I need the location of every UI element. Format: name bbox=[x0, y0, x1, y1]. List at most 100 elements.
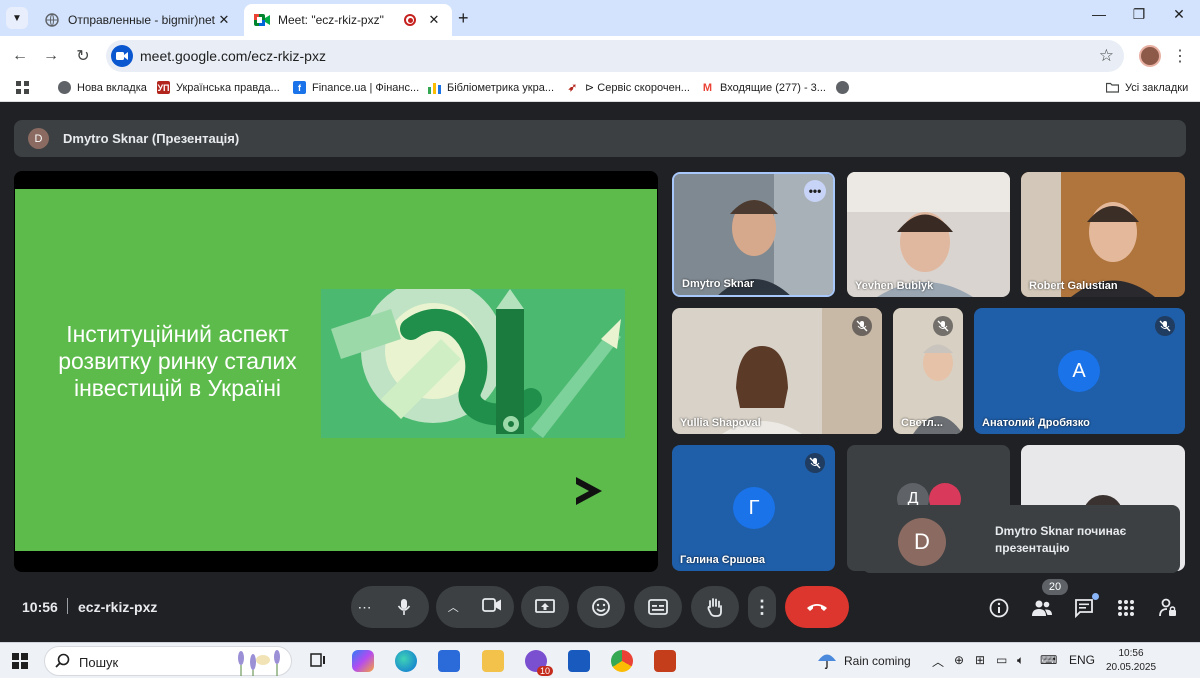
meeting-time: 10:56 bbox=[22, 599, 58, 615]
all-bookmarks-label: Усі закладки bbox=[1125, 81, 1189, 94]
presenter-label: Dmytro Sknar (Презентація) bbox=[63, 131, 240, 146]
presenter-avatar: D bbox=[28, 128, 49, 149]
participant-tile[interactable]: Yullia Shapoval bbox=[672, 308, 882, 434]
store-icon[interactable] bbox=[438, 650, 460, 672]
leave-call-button[interactable] bbox=[785, 586, 849, 628]
tray-usb-icon[interactable]: ⊕ bbox=[954, 653, 964, 667]
restore-icon[interactable]: ❐ bbox=[1124, 6, 1154, 23]
participant-avatar: Г bbox=[733, 487, 775, 529]
chrome-icon[interactable] bbox=[611, 650, 633, 672]
reload-icon[interactable]: ↻ bbox=[72, 45, 94, 67]
more-options-icon[interactable]: ••• bbox=[804, 180, 826, 202]
bookmark-item[interactable]: f Finance.ua | Фінанс... bbox=[293, 81, 419, 94]
close-icon[interactable]: ✕ bbox=[216, 12, 232, 28]
emoji-icon bbox=[592, 598, 610, 616]
apps-grid-icon[interactable] bbox=[16, 81, 29, 94]
bookmark-globe-item[interactable] bbox=[836, 81, 855, 94]
browser-menu-icon[interactable]: ⋮ bbox=[1172, 46, 1188, 66]
back-arrow-icon[interactable]: ← bbox=[9, 45, 31, 67]
mic-off-icon bbox=[852, 316, 872, 336]
finance-icon: f bbox=[293, 81, 306, 94]
window-close-icon[interactable]: ✕ bbox=[1164, 6, 1194, 23]
language-indicator[interactable]: ENG bbox=[1069, 653, 1095, 667]
clock-time: 10:56 bbox=[1118, 648, 1144, 659]
captions-button[interactable] bbox=[634, 586, 682, 628]
task-view-icon[interactable] bbox=[308, 650, 330, 672]
network-icon[interactable]: ▭ bbox=[996, 653, 1007, 667]
tab-bigmir[interactable]: Отправленные - bigmir)net ✕ bbox=[34, 4, 242, 36]
video-control-group: ︿ bbox=[436, 586, 514, 628]
tab-title: Meet: "ecz-rkiz-pxz" bbox=[278, 13, 384, 27]
bookmark-item[interactable]: Бібліометрика укра... bbox=[428, 81, 554, 94]
close-icon[interactable]: ✕ bbox=[426, 12, 442, 28]
taskbar-search[interactable]: Пошук bbox=[44, 646, 292, 676]
copilot-icon[interactable] bbox=[352, 650, 374, 672]
more-options-button[interactable]: ⋮ bbox=[748, 586, 776, 628]
participant-name: Галина Єршова bbox=[680, 554, 765, 566]
clock-date: 20.05.2025 bbox=[1105, 662, 1157, 673]
participant-video bbox=[672, 308, 882, 434]
up-icon: УП bbox=[157, 81, 170, 94]
participant-name: Светл... bbox=[901, 417, 943, 429]
hand-icon bbox=[707, 598, 722, 617]
bookmark-star-icon[interactable]: ☆ bbox=[1099, 46, 1114, 66]
tab-search-button[interactable]: ▼ bbox=[6, 7, 28, 29]
forward-arrow-icon[interactable]: → bbox=[40, 45, 62, 67]
minimize-icon[interactable]: — bbox=[1084, 6, 1114, 22]
slide-illustration bbox=[321, 289, 625, 438]
volume-icon[interactable]: 🔈︎ bbox=[1017, 653, 1024, 668]
reactions-button[interactable] bbox=[577, 586, 625, 628]
keyboard-icon[interactable]: ⌨︎ bbox=[1040, 653, 1057, 667]
system-clock[interactable]: 10:56 20.05.2025 bbox=[1103, 647, 1159, 675]
people-button[interactable] bbox=[1030, 596, 1054, 620]
participant-tile[interactable]: Yevhen Bublyk bbox=[847, 172, 1010, 297]
participant-tile[interactable]: Светл... bbox=[893, 308, 963, 434]
profile-avatar[interactable] bbox=[1139, 45, 1161, 67]
file-explorer-icon[interactable] bbox=[482, 650, 504, 672]
edge-icon[interactable] bbox=[395, 650, 417, 672]
address-bar[interactable]: meet.google.com/ecz-rkiz-pxz ☆ bbox=[106, 40, 1124, 72]
raise-hand-button[interactable] bbox=[691, 586, 739, 628]
chat-unread-dot bbox=[1092, 593, 1099, 600]
participant-name: Yullia Shapoval bbox=[680, 417, 761, 429]
present-button[interactable] bbox=[521, 586, 569, 628]
bookmark-item[interactable]: M Входящие (277) - 3... bbox=[701, 81, 826, 94]
activities-button[interactable] bbox=[1114, 596, 1138, 620]
url-text: meet.google.com/ecz-rkiz-pxz bbox=[140, 48, 326, 64]
chat-app-icon[interactable]: 10 bbox=[525, 650, 553, 676]
host-controls-button[interactable] bbox=[1156, 596, 1180, 620]
all-bookmarks-button[interactable]: Усі закладки bbox=[1106, 81, 1188, 94]
audio-options-icon[interactable]: ⋯ bbox=[358, 599, 372, 616]
video-options-icon[interactable]: ︿ bbox=[448, 599, 459, 615]
camera-button[interactable] bbox=[482, 597, 502, 617]
tab-meet[interactable]: Meet: "ecz-rkiz-pxz" ✕ bbox=[244, 4, 452, 36]
participant-video bbox=[847, 172, 1010, 297]
meet-icon bbox=[254, 12, 270, 28]
windows-start-icon[interactable] bbox=[12, 653, 28, 674]
participant-tile[interactable]: A Анатолий Дробязко bbox=[974, 308, 1185, 434]
bookmark-item[interactable]: Нова вкладка bbox=[58, 81, 147, 94]
meet-area: D Dmytro Sknar (Презентація) Інституційн… bbox=[0, 102, 1200, 642]
word-icon[interactable] bbox=[568, 650, 590, 672]
toast-message: Dmytro Sknar починає презентацію bbox=[995, 524, 1127, 555]
meeting-info-button[interactable] bbox=[987, 596, 1011, 620]
site-info-icon[interactable] bbox=[111, 45, 133, 67]
bookmark-label: Finance.ua | Фінанс... bbox=[312, 81, 420, 94]
presentation-stage[interactable]: Інституційний аспект розвитку ринку стал… bbox=[14, 171, 658, 572]
tray-app-icon[interactable]: ⊞ bbox=[975, 653, 985, 667]
participant-tile[interactable]: Г Галина Єршова bbox=[672, 445, 835, 571]
tray-overflow-icon[interactable]: ︿ bbox=[932, 653, 944, 670]
browser-toolbar: ← → ↻ meet.google.com/ecz-rkiz-pxz ☆ ⋮ bbox=[0, 36, 1200, 76]
participant-name: Анатолий Дробязко bbox=[982, 417, 1090, 429]
bookmark-item[interactable]: УП Українська правда... bbox=[157, 81, 280, 94]
bookmark-item[interactable]: ➶ ⊳ Сервіс скорочен... bbox=[566, 81, 690, 94]
mic-button[interactable] bbox=[384, 588, 423, 626]
weather-text[interactable]: Rain coming bbox=[844, 654, 911, 668]
participant-tile[interactable]: Robert Galustian bbox=[1021, 172, 1185, 297]
bookmark-label: Нова вкладка bbox=[77, 81, 147, 94]
powerpoint-icon[interactable] bbox=[654, 650, 676, 672]
new-tab-button[interactable]: + bbox=[458, 8, 469, 29]
chat-button[interactable] bbox=[1072, 593, 1099, 620]
participant-tile[interactable]: ••• Dmytro Sknar bbox=[672, 172, 835, 297]
globe-icon bbox=[58, 81, 71, 94]
